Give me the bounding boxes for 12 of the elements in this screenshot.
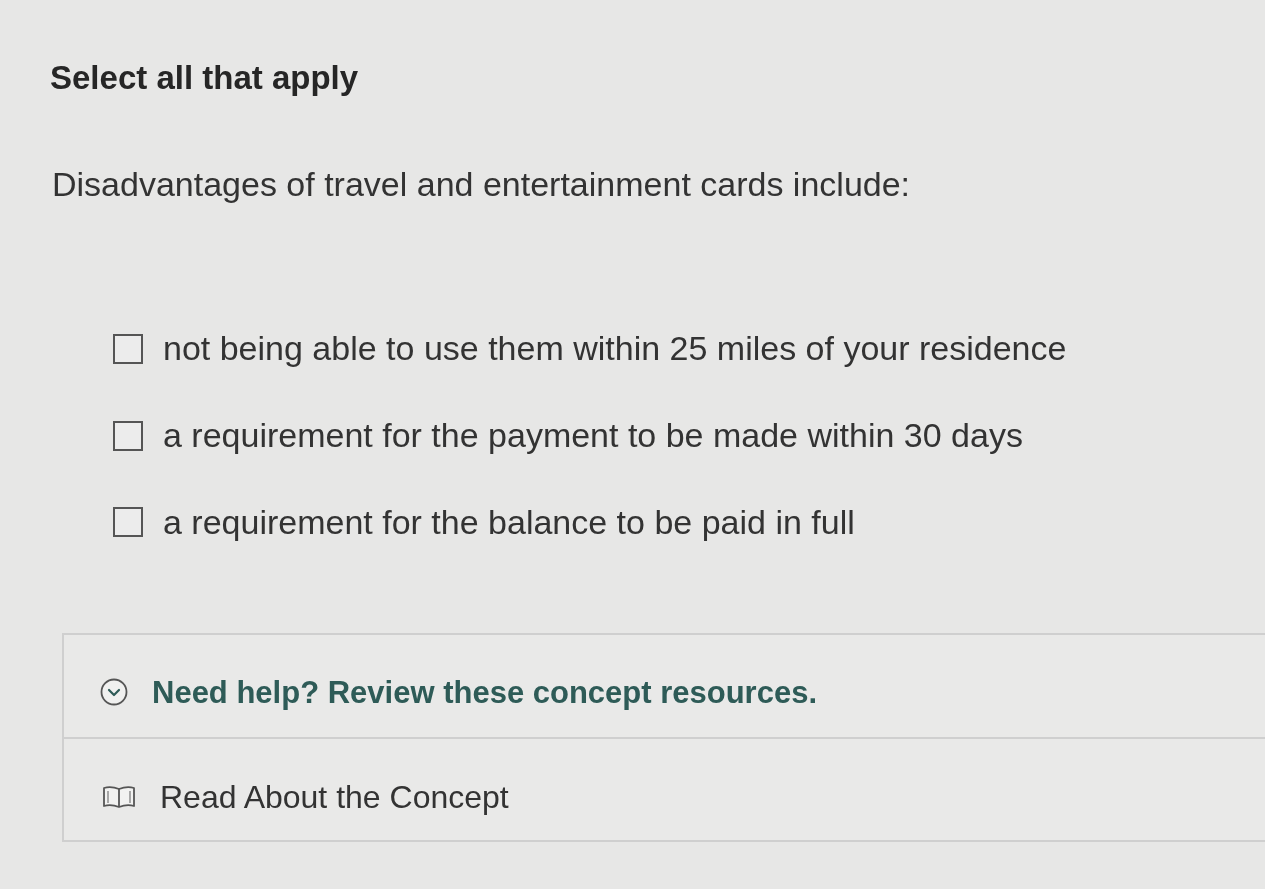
checkbox[interactable] (113, 420, 143, 451)
question-text: Disadvantages of travel and entertainment cards include: (52, 163, 911, 205)
chevron-circle-icon (100, 678, 128, 707)
checkbox[interactable] (113, 333, 143, 364)
option-label: a requirement for the payment to be made within 30 days (163, 415, 1023, 456)
concept-link[interactable]: Read About the Concept (102, 777, 509, 817)
book-icon (102, 785, 136, 810)
instruction-heading: Select all that apply (50, 58, 359, 98)
help-toggle-button[interactable]: Need help? Review these concept resources. (100, 673, 818, 711)
option-label: a requirement for the balance to be paid in full (163, 502, 855, 543)
checkbox[interactable] (113, 507, 143, 538)
option-label: not being able to use them within 25 miles of your residence (163, 328, 1067, 370)
